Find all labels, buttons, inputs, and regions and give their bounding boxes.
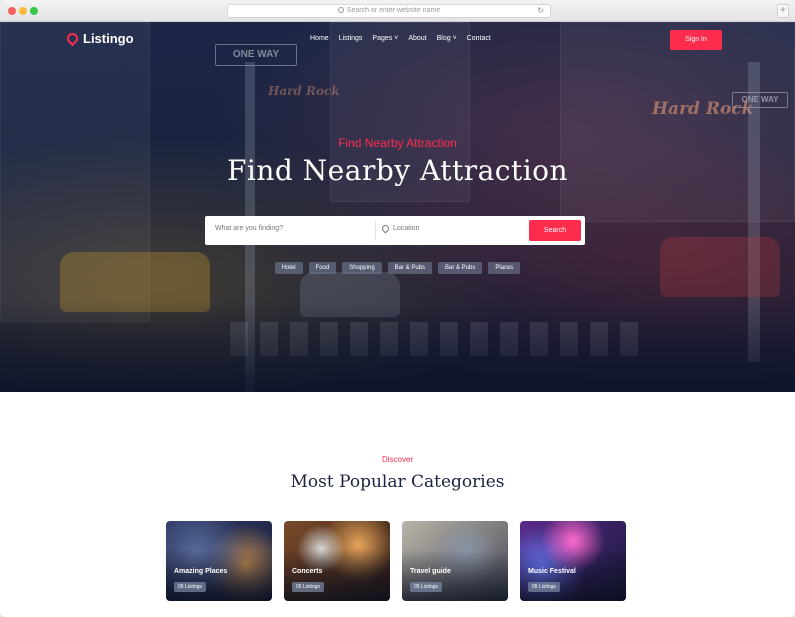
browser-toolbar: Search or enter website name ↻ + xyxy=(0,0,795,22)
hero-section: ONE WAY ONE WAY Hard Rock Hard Rock xyxy=(0,22,795,392)
quick-tags: Hotel Food Shopping Bar & Pubs Bar & Pub… xyxy=(0,262,795,274)
category-cards: Amazing Places 05 Listings Concerts 05 L… xyxy=(166,521,626,601)
tag-places[interactable]: Places xyxy=(488,262,521,274)
location-pin-icon xyxy=(380,223,391,234)
minimize-window-icon[interactable] xyxy=(19,7,27,15)
category-card-amazing-places[interactable]: Amazing Places 05 Listings xyxy=(166,521,272,601)
location-input[interactable]: Location xyxy=(393,225,419,232)
section-kicker: Discover xyxy=(381,455,414,464)
listing-count-badge: 05 Listings xyxy=(292,582,324,592)
card-title: Travel guide xyxy=(410,568,451,575)
nav-item-pages[interactable]: Pages ˅ xyxy=(372,35,398,42)
hard-rock-sign: Hard Rock xyxy=(652,99,754,119)
address-bar[interactable]: Search or enter website name ↻ xyxy=(227,4,551,18)
tag-shopping[interactable]: Shopping xyxy=(342,262,382,274)
address-bar-placeholder: Search or enter website name xyxy=(346,7,441,14)
nav-item-home[interactable]: Home xyxy=(310,35,329,42)
site-logo[interactable]: Listingo xyxy=(64,30,134,47)
tag-hotel[interactable]: Hotel xyxy=(274,262,303,274)
tag-bar-pubs[interactable]: Bar & Pubs xyxy=(387,262,433,274)
location-pin-icon xyxy=(64,30,81,47)
nav-item-listings[interactable]: Listings xyxy=(339,35,363,42)
listing-count-badge: 05 Listings xyxy=(410,582,442,592)
hard-rock-sign-left: Hard Rock xyxy=(268,84,340,98)
category-card-music-festival[interactable]: Music Festival 05 Listings xyxy=(520,521,626,601)
card-title: Concerts xyxy=(292,568,323,575)
close-window-icon[interactable] xyxy=(8,7,16,15)
street-overlay xyxy=(0,302,795,392)
hero-kicker: Find Nearby Attraction xyxy=(338,136,457,150)
maximize-window-icon[interactable] xyxy=(30,7,38,15)
search-input[interactable]: What are you finding? xyxy=(215,225,283,232)
listing-count-badge: 05 Listings xyxy=(528,582,560,592)
main-nav: Home Listings Pages ˅ About Blog ˅ Conta… xyxy=(310,35,491,42)
tag-food[interactable]: Food xyxy=(308,262,337,274)
browser-window: Search or enter website name ↻ + ONE WAY… xyxy=(0,0,795,617)
new-tab-button[interactable]: + xyxy=(777,4,789,18)
nav-item-contact[interactable]: Contact xyxy=(467,35,491,42)
one-way-sign-left: ONE WAY xyxy=(215,44,297,66)
reload-icon[interactable]: ↻ xyxy=(537,5,544,17)
search-icon xyxy=(337,7,344,13)
section-title: Most Popular Categories xyxy=(290,472,505,492)
tag-bar-pubs[interactable]: Bar & Pubs xyxy=(438,262,483,274)
nav-item-about[interactable]: About xyxy=(408,35,426,42)
listing-count-badge: 05 Listings xyxy=(174,582,206,592)
card-title: Music Festival xyxy=(528,568,576,575)
category-card-concerts[interactable]: Concerts 05 Listings xyxy=(284,521,390,601)
hero-headline: Find Nearby Attraction xyxy=(226,154,569,187)
search-bar: What are you finding? Location Search xyxy=(205,216,585,245)
search-divider xyxy=(375,221,376,240)
sign-in-button[interactable]: Sign In xyxy=(670,30,722,50)
card-title: Amazing Places xyxy=(174,568,228,575)
category-card-travel-guide[interactable]: Travel guide 05 Listings xyxy=(402,521,508,601)
search-button[interactable]: Search xyxy=(529,220,581,241)
nav-item-blog[interactable]: Blog ˅ xyxy=(437,35,457,42)
logo-text: Listingo xyxy=(83,31,134,46)
